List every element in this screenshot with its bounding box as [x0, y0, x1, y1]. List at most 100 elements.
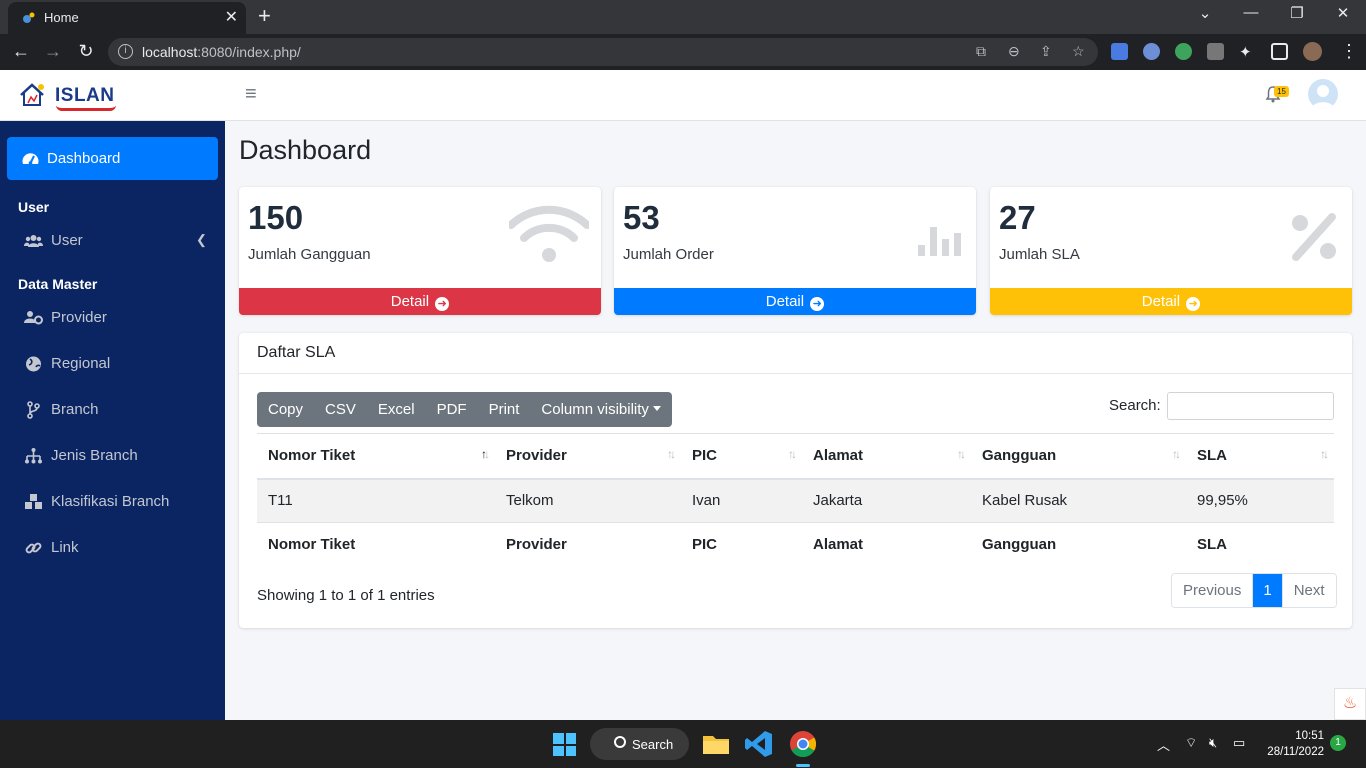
- sidebar-item-regional[interactable]: Regional: [0, 344, 225, 384]
- sidebar-item-label: Regional: [51, 355, 111, 372]
- previous-page-button[interactable]: Previous: [1172, 574, 1253, 607]
- table-row: T11 Telkom Ivan Jakarta Kabel Rusak 99,9…: [257, 478, 1334, 523]
- pdf-extension-icon[interactable]: [1207, 43, 1224, 60]
- browser-tab-strip: Home ✕ + ⌄ — ❐ ✕: [0, 0, 1366, 34]
- globe-icon: [26, 356, 41, 372]
- tab-search-chevron-icon[interactable]: ⌄: [1182, 4, 1228, 22]
- copy-button[interactable]: Copy: [257, 392, 314, 427]
- clock-time: 10:51: [1295, 730, 1324, 742]
- sidebar-item-label: User: [51, 232, 83, 249]
- detail-label: Detail: [765, 293, 805, 310]
- column-visibility-button[interactable]: Column visibility: [530, 392, 672, 427]
- reload-icon[interactable]: ↻: [75, 41, 97, 62]
- zoom-icon[interactable]: ⊖: [1008, 43, 1020, 60]
- cell-nomor-tiket: T11: [268, 492, 293, 510]
- column-header-gangguan[interactable]: Gangguan ↑↓: [971, 433, 1186, 480]
- stat-box-gangguan: 150 Jumlah Gangguan Detail ➜: [239, 187, 601, 315]
- file-explorer-icon[interactable]: [700, 728, 732, 760]
- sidebar-item-klasifikasi-branch[interactable]: Klasifikasi Branch: [0, 482, 225, 522]
- windows-start-icon[interactable]: [553, 733, 576, 756]
- notification-count-badge[interactable]: 1: [1330, 735, 1346, 751]
- fire-icon[interactable]: ♨: [1334, 688, 1366, 720]
- cell-sla: 99,95%: [1197, 492, 1248, 510]
- menu-toggle-icon[interactable]: ≡: [245, 83, 257, 106]
- user-avatar[interactable]: [1308, 79, 1338, 109]
- arrow-circle-right-icon: ➜: [810, 297, 825, 311]
- taskbar-search-button[interactable]: Search: [590, 728, 689, 760]
- pdf-button[interactable]: PDF: [426, 392, 478, 427]
- windows-taskbar: Search ︿ ⌔ 🔇︎ ▭ 10:51 28/11/2022 1: [0, 720, 1366, 768]
- stat-label: Jumlah Gangguan: [248, 246, 371, 263]
- profile-avatar-icon[interactable]: [1303, 42, 1322, 61]
- minimize-button[interactable]: —: [1228, 4, 1274, 21]
- tray-chevron-up-icon[interactable]: ︿: [1157, 735, 1170, 754]
- column-header-alamat[interactable]: Alamat ↑↓: [802, 433, 971, 480]
- logo-house-icon: [20, 83, 44, 106]
- tab-favicon-icon: [23, 12, 35, 23]
- translate-extension-icon[interactable]: [1111, 43, 1128, 60]
- footer-gangguan: Gangguan: [971, 522, 1186, 567]
- sort-icon: ↑↓: [667, 447, 676, 461]
- tab-close-icon[interactable]: ✕: [225, 7, 238, 27]
- extension-circle-icon[interactable]: [1143, 43, 1160, 60]
- sidebar-item-provider[interactable]: Provider: [0, 298, 225, 338]
- taskbar-clock[interactable]: 10:51 28/11/2022: [1262, 728, 1324, 760]
- volume-muted-icon[interactable]: 🔇︎: [1209, 735, 1217, 751]
- export-button-group: Copy CSV Excel PDF Print Column visibili…: [257, 392, 672, 427]
- taskbar-search-label: Search: [632, 737, 674, 752]
- sort-asc-icon: ↑↓: [481, 447, 490, 461]
- back-arrow-icon[interactable]: ←: [10, 41, 32, 62]
- close-window-button[interactable]: ✕: [1320, 4, 1366, 22]
- side-panel-icon[interactable]: [1271, 43, 1288, 60]
- footer-sla: SLA: [1186, 522, 1334, 567]
- arrow-circle-right-icon: ➜: [435, 297, 450, 311]
- vscode-icon[interactable]: [743, 728, 775, 760]
- chevron-left-icon: ❮: [196, 232, 207, 247]
- next-page-button[interactable]: Next: [1281, 574, 1336, 607]
- print-button[interactable]: Print: [478, 392, 531, 427]
- detail-label: Detail: [390, 293, 430, 310]
- browser-tab-home[interactable]: Home ✕: [8, 2, 246, 34]
- address-bar[interactable]: i localhost:8080/index.php/ ⧉ ⊖ ⇪ ☆: [108, 38, 1098, 66]
- column-header-nomor-tiket[interactable]: Nomor Tiket ↑↓: [257, 433, 495, 480]
- column-header-pic[interactable]: PIC ↑↓: [681, 433, 802, 480]
- sidebar-item-dashboard[interactable]: Dashboard: [7, 137, 218, 180]
- detail-link-sla[interactable]: Detail ➜: [990, 288, 1352, 315]
- extension-globe-icon[interactable]: [1175, 43, 1192, 60]
- page-1-button[interactable]: 1: [1252, 574, 1282, 607]
- battery-icon[interactable]: ▭: [1233, 735, 1245, 751]
- column-header-provider[interactable]: Provider ↑↓: [495, 433, 681, 480]
- tachometer-icon: [22, 153, 39, 165]
- share-icon[interactable]: ⇪: [1040, 43, 1052, 60]
- sidebar-item-user[interactable]: User ❮: [0, 221, 225, 261]
- forward-arrow-icon[interactable]: →: [42, 41, 64, 62]
- sidebar-item-branch[interactable]: Branch: [0, 390, 225, 430]
- csv-button[interactable]: CSV: [314, 392, 367, 427]
- stat-label: Jumlah SLA: [999, 246, 1080, 263]
- sidebar-item-link[interactable]: Link: [0, 528, 225, 568]
- card-header: Daftar SLA: [239, 333, 1352, 374]
- new-tab-button[interactable]: +: [258, 3, 271, 29]
- wifi-tray-icon[interactable]: ⌔: [1185, 735, 1197, 751]
- browser-menu-icon[interactable]: ⋮: [1338, 41, 1360, 62]
- sort-icon: ↑↓: [1172, 447, 1181, 461]
- bookmark-star-icon[interactable]: ☆: [1072, 43, 1085, 60]
- percent-icon: [1292, 213, 1336, 261]
- sidebar-item-label: Link: [51, 539, 79, 556]
- code-branch-icon: [27, 401, 40, 419]
- excel-button[interactable]: Excel: [367, 392, 426, 427]
- stat-label: Jumlah Order: [623, 246, 714, 263]
- chrome-icon[interactable]: [787, 728, 819, 760]
- column-header-sla[interactable]: SLA ↑↓: [1186, 433, 1334, 480]
- sidebar-item-label: Provider: [51, 309, 107, 326]
- sidebar-item-jenis-branch[interactable]: Jenis Branch: [0, 436, 225, 476]
- extensions-puzzle-icon[interactable]: ✦: [1239, 43, 1256, 61]
- search-input[interactable]: [1167, 392, 1334, 420]
- sidebar-item-label: Branch: [51, 401, 99, 418]
- site-info-icon[interactable]: i: [118, 44, 133, 59]
- detail-link-gangguan[interactable]: Detail ➜: [239, 288, 601, 315]
- detail-link-order[interactable]: Detail ➜: [614, 288, 976, 315]
- cell-alamat: Jakarta: [813, 492, 863, 510]
- open-in-app-icon[interactable]: ⧉: [976, 43, 986, 60]
- restore-button[interactable]: ❐: [1274, 4, 1320, 22]
